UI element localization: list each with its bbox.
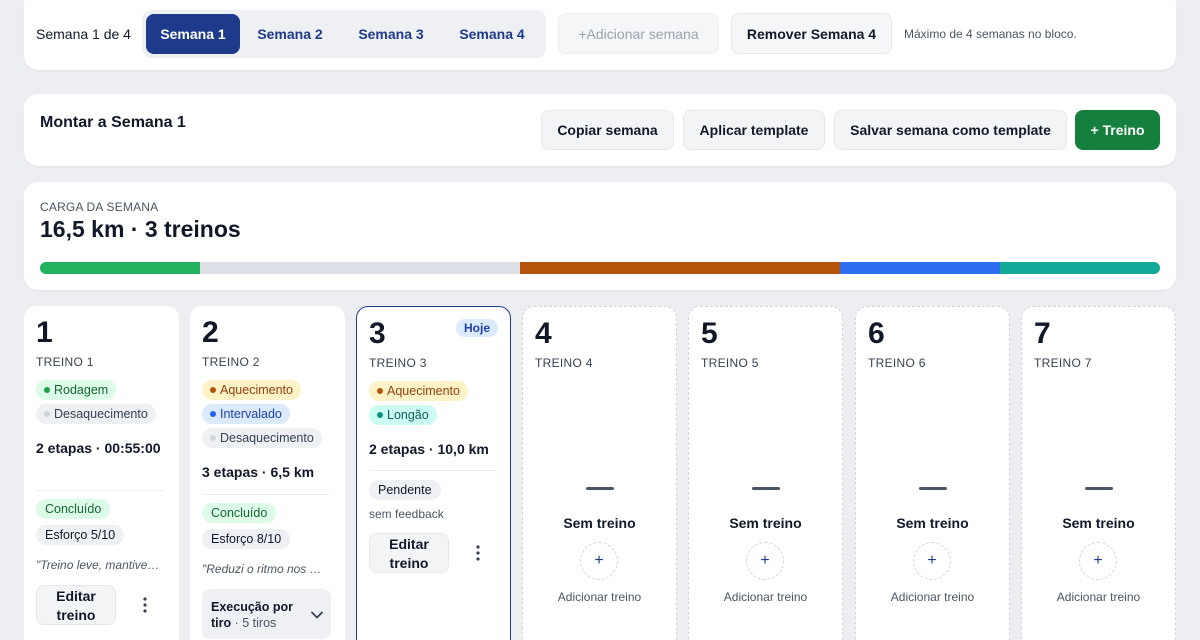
day-card-1: 1 TREINO 1 Rodagem Desaquecimento 2 etap…	[24, 306, 179, 640]
no-workout-title: Sem treino	[729, 515, 802, 531]
effort-badge: Esforço 5/10	[36, 525, 125, 545]
add-week-button[interactable]: +Adicionar semana	[558, 13, 719, 54]
weekly-load-card: CARGA DA SEMANA 16,5 km · 3 treinos	[24, 182, 1176, 290]
tag-longao: Longão	[369, 405, 437, 425]
workout-summary: 2 etapas · 10,0 km	[369, 441, 489, 457]
copy-week-button[interactable]: Copiar semana	[541, 110, 674, 150]
load-segment-1	[40, 262, 201, 274]
weekly-load-value: 16,5 km · 3 treinos	[40, 216, 241, 242]
chevron-down-icon	[311, 606, 323, 624]
add-workout-link[interactable]: Adicionar treino	[523, 590, 676, 604]
day-number: 3	[369, 317, 386, 350]
day-number: 7	[1034, 317, 1051, 350]
day-card-6: 6 TREINO 6 Sem treino + Adicionar treino	[855, 306, 1010, 640]
add-workout-link[interactable]: Adicionar treino	[1022, 590, 1175, 604]
feedback-status: sem feedback	[369, 507, 444, 521]
status-badge: Concluído	[202, 503, 277, 523]
workout-note: "Treino leve, mantive o ritmo"	[36, 558, 162, 572]
day-number: 2	[202, 316, 219, 349]
week-limit-note: Máximo de 4 semanas no bloco.	[904, 27, 1077, 41]
divider	[369, 470, 497, 471]
workout-name: TREINO 2	[202, 355, 260, 369]
day-card-3: 3 Hoje TREINO 3 Aquecimento Longão 2 eta…	[356, 306, 511, 640]
weekly-load-label: CARGA DA SEMANA	[40, 200, 159, 214]
load-segment-3	[520, 262, 840, 274]
week-tabs: Semana 1 Semana 2 Semana 3 Semana 4	[142, 10, 546, 58]
tag-aquecimento: Aquecimento	[369, 381, 468, 401]
tag-rodagem: Rodagem	[36, 380, 117, 400]
dash-icon	[919, 487, 947, 490]
more-vertical-icon[interactable]	[469, 541, 487, 565]
load-segment-2	[200, 262, 521, 274]
tag-intervalado: Intervalado	[202, 404, 290, 424]
plus-icon[interactable]: +	[913, 542, 951, 580]
plus-icon[interactable]: +	[746, 542, 784, 580]
workout-name: TREINO 1	[36, 355, 94, 369]
build-week-bar: Montar a Semana 1 Copiar semana Aplicar …	[24, 94, 1176, 166]
tag-list: Aquecimento Longão	[369, 381, 468, 429]
add-workout-link[interactable]: Adicionar treino	[689, 590, 842, 604]
add-workout-link[interactable]: Adicionar treino	[856, 590, 1009, 604]
week-position-label: Semana 1 de 4	[36, 26, 131, 42]
divider	[202, 494, 330, 495]
day-card-7: 7 TREINO 7 Sem treino + Adicionar treino	[1021, 306, 1176, 640]
day-card-2: 2 TREINO 2 Aquecimento Intervalado Desaq…	[190, 306, 345, 640]
dash-icon	[1085, 487, 1113, 490]
dash-icon	[586, 487, 614, 490]
divider	[36, 490, 164, 491]
apply-template-button[interactable]: Aplicar template	[683, 110, 825, 150]
workout-name: TREINO 4	[535, 356, 593, 370]
tab-week-3[interactable]: Semana 3	[344, 14, 438, 54]
tab-week-4[interactable]: Semana 4	[444, 14, 540, 54]
per-rep-execution-toggle[interactable]: Execução por tiro · 5 tiros	[202, 589, 331, 639]
plus-icon[interactable]: +	[1079, 542, 1117, 580]
day-number: 5	[701, 317, 718, 350]
day-number: 6	[868, 317, 885, 350]
dash-icon	[752, 487, 780, 490]
more-vertical-icon[interactable]	[136, 593, 154, 617]
tag-desaquecimento: Desaquecimento	[36, 404, 156, 424]
weekly-load-bar	[40, 262, 1160, 274]
status-badge: Concluído	[36, 499, 111, 519]
workout-name: TREINO 5	[701, 356, 759, 370]
day-card-5: 5 TREINO 5 Sem treino + Adicionar treino	[688, 306, 843, 640]
day-number: 1	[36, 316, 53, 349]
tab-week-1[interactable]: Semana 1	[146, 14, 240, 54]
load-segment-4	[839, 262, 1001, 274]
status-badge: Pendente	[369, 480, 441, 500]
week-selector-bar: Semana 1 de 4 Semana 1 Semana 2 Semana 3…	[24, 0, 1176, 70]
no-workout-title: Sem treino	[563, 515, 636, 531]
no-workout-title: Sem treino	[896, 515, 969, 531]
workout-summary: 3 etapas · 6,5 km	[202, 464, 315, 480]
effort-badge: Esforço 8/10	[202, 529, 291, 549]
day-number: 4	[535, 317, 552, 350]
workout-name: TREINO 6	[868, 356, 926, 370]
workout-name: TREINO 3	[369, 356, 427, 370]
rep-count: · 5 tiros	[234, 616, 277, 630]
workout-name: TREINO 7	[1034, 356, 1092, 370]
tag-list: Aquecimento Intervalado Desaquecimento	[202, 380, 322, 452]
plus-icon[interactable]: +	[580, 542, 618, 580]
load-segment-5	[1000, 262, 1160, 274]
tag-aquecimento: Aquecimento	[202, 380, 301, 400]
workout-note: "Reduzi o ritmo nos dois últimos tiros"	[202, 562, 328, 576]
tag-list: Rodagem Desaquecimento	[36, 380, 156, 428]
tab-week-2[interactable]: Semana 2	[243, 14, 337, 54]
build-week-title: Montar a Semana 1	[40, 114, 186, 131]
per-rep-execution-label: Execução por tiro · 5 tiros	[211, 599, 307, 631]
no-workout-title: Sem treino	[1062, 515, 1135, 531]
save-template-button[interactable]: Salvar semana como template	[834, 110, 1067, 150]
edit-workout-button[interactable]: Editar treino	[36, 585, 116, 625]
today-badge: Hoje	[455, 319, 498, 337]
add-workout-button[interactable]: + Treino	[1075, 110, 1160, 150]
day-card-4: 4 TREINO 4 Sem treino + Adicionar treino	[522, 306, 677, 640]
workout-summary: 2 etapas · 00:55:00	[36, 440, 161, 456]
remove-week-button[interactable]: Remover Semana 4	[731, 13, 892, 54]
edit-workout-button[interactable]: Editar treino	[369, 533, 449, 573]
tag-desaquecimento: Desaquecimento	[202, 428, 322, 448]
